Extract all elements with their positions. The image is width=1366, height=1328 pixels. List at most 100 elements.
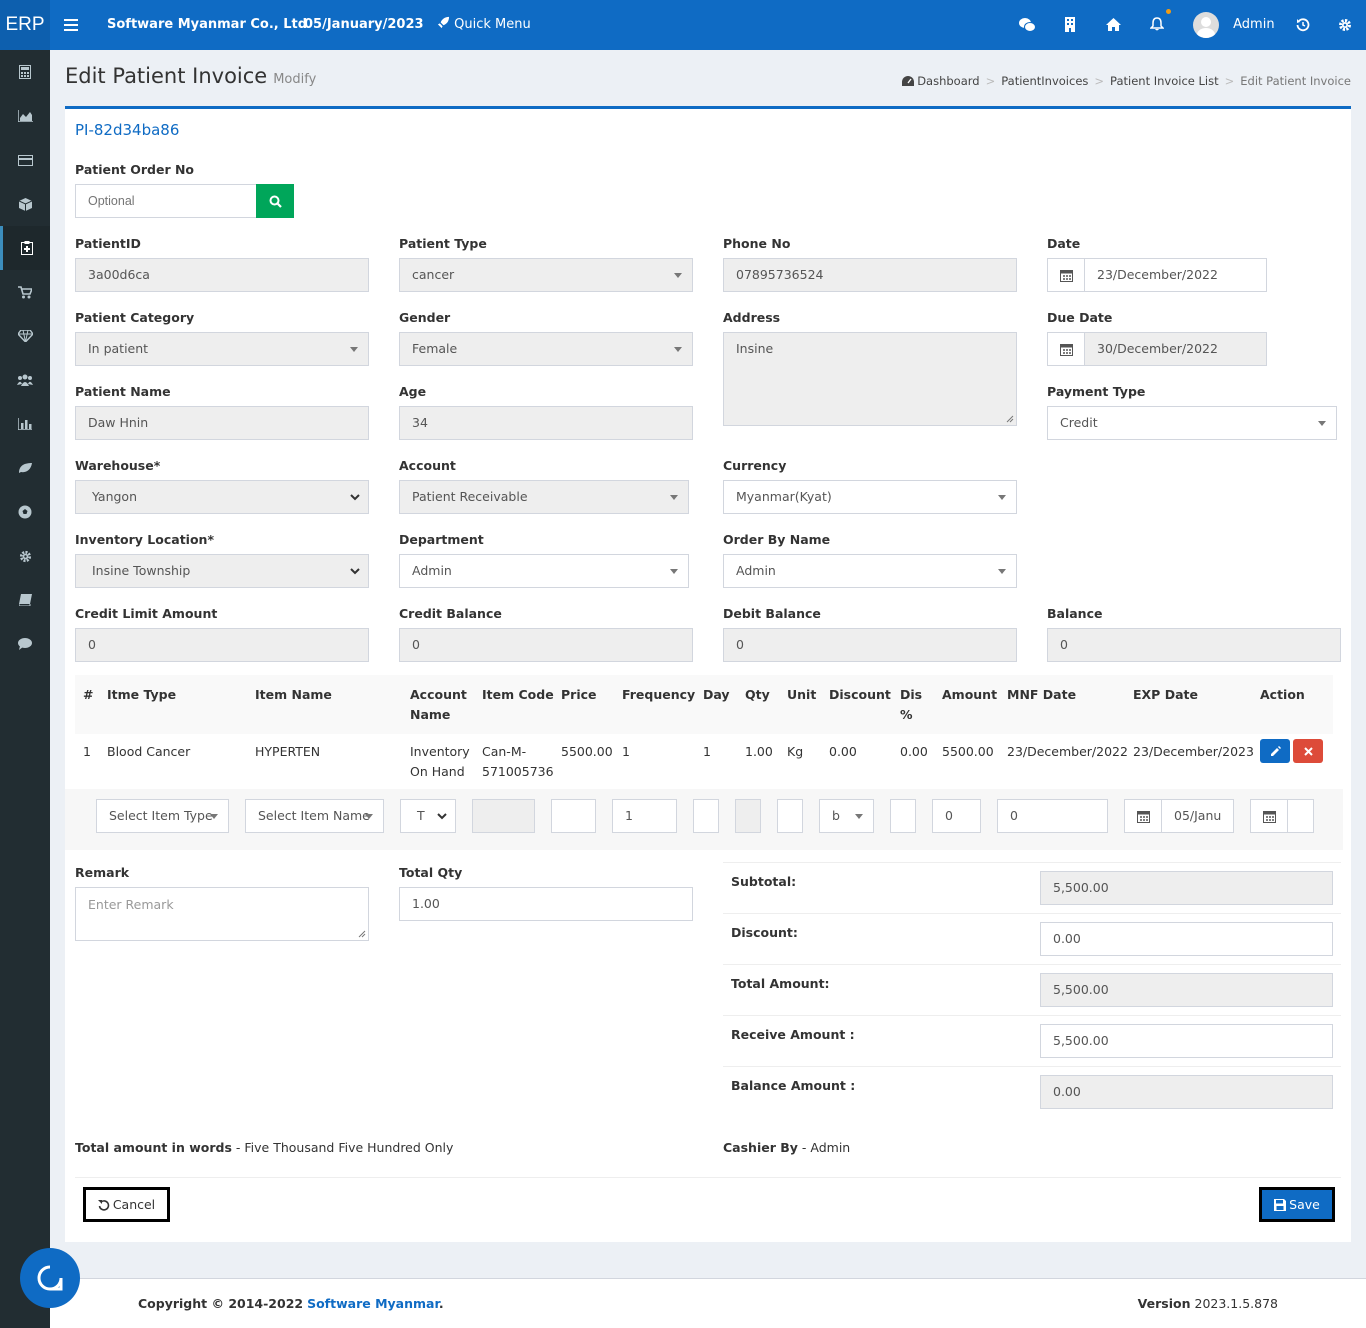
patient-order-no-input[interactable] bbox=[75, 184, 257, 218]
entry-frequency-input[interactable]: 1 bbox=[612, 799, 677, 833]
wechat-icon bbox=[1019, 17, 1036, 32]
credit-limit-field[interactable]: 0 bbox=[75, 628, 369, 662]
sidebar-item-bar-chart[interactable] bbox=[0, 402, 50, 446]
inventory-location-select[interactable]: Insine Township bbox=[75, 554, 369, 588]
company-name[interactable]: Software Myanmar Co., Ltd bbox=[107, 17, 307, 32]
resize-handle-icon bbox=[1006, 415, 1014, 423]
entry-action-input[interactable] bbox=[1287, 799, 1314, 833]
building-nav-button[interactable] bbox=[1064, 0, 1076, 50]
home-nav-button[interactable] bbox=[1106, 0, 1121, 50]
entry-unit-select[interactable]: b bbox=[819, 799, 874, 833]
entry-item-code-field[interactable] bbox=[472, 799, 535, 833]
caret-down-icon bbox=[670, 495, 678, 500]
menu-toggle-button[interactable] bbox=[64, 0, 78, 50]
sidebar-item-settings[interactable] bbox=[0, 534, 50, 578]
entry-price-input[interactable] bbox=[551, 799, 596, 833]
balance-field[interactable]: 0 bbox=[1047, 628, 1341, 662]
patient-id-field[interactable]: 3a00d6ca bbox=[75, 258, 369, 292]
remark-textarea[interactable]: Enter Remark bbox=[75, 887, 369, 941]
patient-category-select[interactable]: In patient bbox=[75, 332, 369, 366]
user-menu[interactable]: Admin bbox=[1193, 0, 1275, 50]
cancel-button[interactable]: Cancel bbox=[83, 1187, 170, 1222]
date-calendar-addon[interactable] bbox=[1047, 258, 1085, 292]
row-code-2: 571005736 bbox=[482, 764, 554, 779]
warehouse-select[interactable]: Yangon bbox=[75, 480, 369, 514]
history-button[interactable] bbox=[1296, 0, 1310, 50]
entry-item-name-select[interactable]: Select Item Name bbox=[245, 799, 384, 833]
balance-amount-field[interactable]: 0.00 bbox=[1040, 1075, 1333, 1109]
entry-day-input[interactable] bbox=[693, 799, 719, 833]
hamburger-icon bbox=[64, 18, 78, 31]
currency-select[interactable]: Myanmar(Kyat) bbox=[723, 480, 1017, 514]
entry-exp-calendar-addon[interactable] bbox=[1124, 799, 1162, 833]
payment-type-select[interactable]: Credit bbox=[1047, 406, 1337, 440]
entry-mnf-input[interactable]: 0 bbox=[997, 799, 1108, 833]
breadcrumb-invoice-list[interactable]: Patient Invoice List bbox=[1110, 74, 1219, 88]
sidebar-item-book[interactable] bbox=[0, 578, 50, 622]
phone-no-field[interactable]: 07895736524 bbox=[723, 258, 1017, 292]
credit-balance-field[interactable]: 0 bbox=[399, 628, 693, 662]
chevron-down-icon bbox=[437, 813, 447, 820]
sidebar-item-calculator[interactable] bbox=[0, 50, 50, 94]
row-mnf-date: 23/December/2022 bbox=[1007, 744, 1128, 759]
discount-input[interactable]: 0.00 bbox=[1040, 922, 1333, 956]
app-logo[interactable]: ERP bbox=[0, 0, 50, 50]
version-info: Version 2023.1.5.878 bbox=[1138, 1296, 1278, 1311]
row-qty: 1.00 bbox=[745, 744, 773, 759]
breadcrumb-dashboard[interactable]: Dashboard bbox=[917, 74, 979, 88]
live-chat-button[interactable] bbox=[20, 1248, 80, 1308]
entry-action-calendar-addon[interactable] bbox=[1250, 799, 1288, 833]
address-textarea[interactable]: Insine bbox=[723, 332, 1017, 426]
home-icon bbox=[1106, 18, 1121, 31]
debit-balance-field[interactable]: 0 bbox=[723, 628, 1017, 662]
due-date-calendar-addon[interactable] bbox=[1047, 332, 1085, 366]
sidebar-item-comment[interactable] bbox=[0, 622, 50, 666]
total-qty-input[interactable]: 1.00 bbox=[399, 887, 693, 921]
sidebar-item-users[interactable] bbox=[0, 358, 50, 402]
breadcrumb-patient-invoices[interactable]: PatientInvoices bbox=[1001, 74, 1088, 88]
total-amount-field[interactable]: 5,500.00 bbox=[1040, 973, 1333, 1007]
sidebar-item-patient-invoice[interactable] bbox=[0, 226, 50, 270]
subtotal-field[interactable]: 5,500.00 bbox=[1040, 871, 1333, 905]
entry-qty-field[interactable] bbox=[735, 799, 761, 833]
date-input[interactable]: 23/December/2022 bbox=[1084, 258, 1267, 292]
footer-company-link[interactable]: Software Myanmar bbox=[307, 1296, 439, 1311]
notifications-button[interactable] bbox=[1149, 0, 1171, 50]
copyright: Copyright © 2014-2022 Software Myanmar. bbox=[138, 1296, 444, 1311]
patient-type-select[interactable]: cancer bbox=[399, 258, 693, 292]
sidebar-item-diamond[interactable] bbox=[0, 314, 50, 358]
entry-dis-pct-input[interactable] bbox=[890, 799, 916, 833]
sidebar-item-area-chart[interactable] bbox=[0, 94, 50, 138]
sidebar-item-cart[interactable] bbox=[0, 270, 50, 314]
subtotal-label: Subtotal: bbox=[731, 874, 797, 889]
entry-amount-input[interactable]: 0 bbox=[932, 799, 981, 833]
entry-account-select[interactable]: T bbox=[400, 799, 456, 833]
sidebar-item-leaf[interactable] bbox=[0, 446, 50, 490]
entry-item-type-select[interactable]: Select Item Type bbox=[96, 799, 229, 833]
due-date-input[interactable]: 30/December/2022 bbox=[1084, 332, 1267, 366]
patient-order-search-button[interactable] bbox=[256, 184, 294, 218]
save-button[interactable]: Save bbox=[1259, 1187, 1335, 1222]
gender-select[interactable]: Female bbox=[399, 332, 693, 366]
invoice-form-box: PI-82d34ba86 Patient Order No PatientID … bbox=[65, 106, 1351, 1242]
quick-menu-link[interactable]: Quick Menu bbox=[437, 0, 531, 50]
order-by-name-select[interactable]: Admin bbox=[723, 554, 1017, 588]
account-select[interactable]: Patient Receivable bbox=[399, 480, 689, 514]
chat-nav-button[interactable] bbox=[1018, 0, 1036, 50]
entry-exp-date-input[interactable]: 05/Janu bbox=[1161, 799, 1234, 833]
credit-card-icon bbox=[17, 154, 33, 166]
currency-label: Currency bbox=[723, 458, 787, 473]
entry-unit-input[interactable] bbox=[777, 799, 803, 833]
row-delete-button[interactable] bbox=[1293, 739, 1323, 763]
row-edit-button[interactable] bbox=[1260, 739, 1290, 763]
department-select[interactable]: Admin bbox=[399, 554, 689, 588]
sidebar-item-football[interactable] bbox=[0, 490, 50, 534]
sidebar-item-inventory[interactable] bbox=[0, 182, 50, 226]
row-dis-pct: 0.00 bbox=[900, 744, 928, 759]
sidebar-item-card[interactable] bbox=[0, 138, 50, 182]
search-icon bbox=[269, 195, 282, 208]
age-field[interactable]: 34 bbox=[399, 406, 693, 440]
receive-amount-input[interactable]: 5,500.00 bbox=[1040, 1024, 1333, 1058]
patient-name-field[interactable]: Daw Hnin bbox=[75, 406, 369, 440]
settings-button[interactable] bbox=[1338, 0, 1352, 50]
